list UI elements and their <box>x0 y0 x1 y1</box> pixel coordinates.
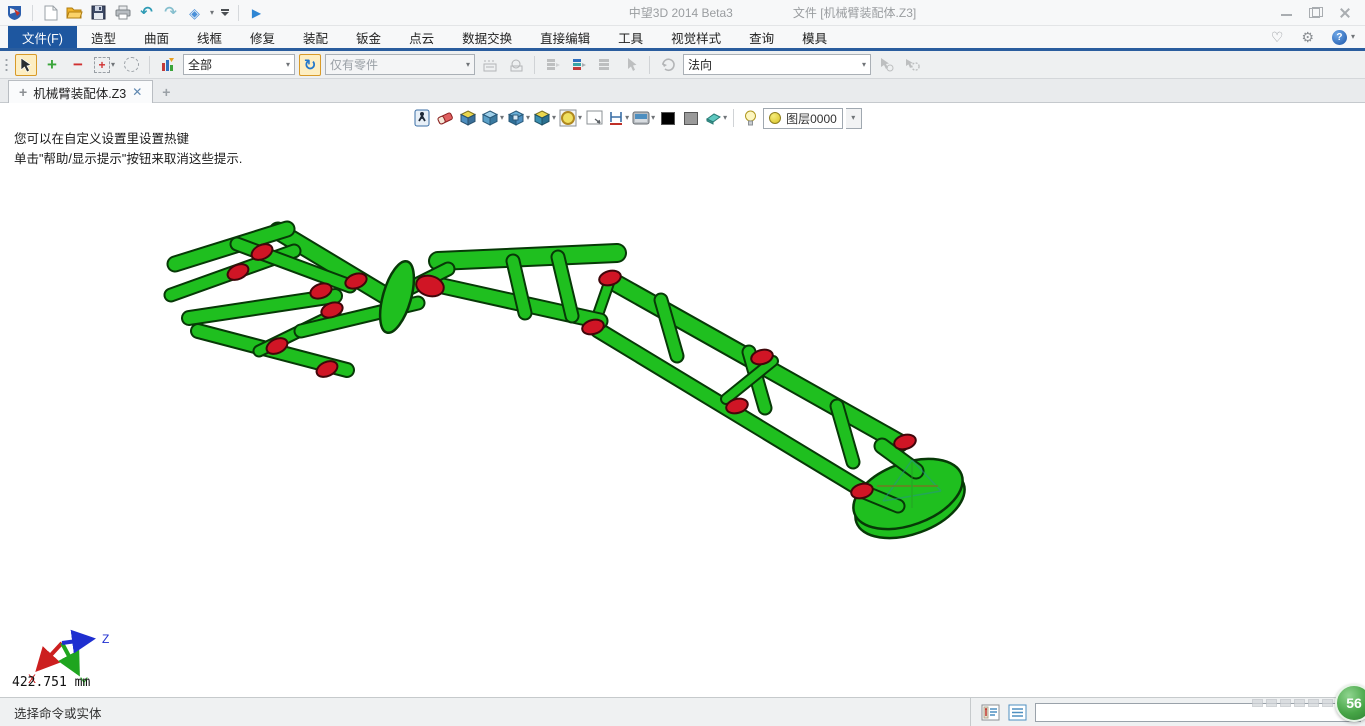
new-tab-button[interactable]: + <box>153 82 179 102</box>
remove-selection-button[interactable]: − <box>67 54 89 76</box>
filter-dropdown[interactable]: 全部 ▾ <box>183 54 295 75</box>
tab-tools[interactable]: 工具 <box>604 26 657 48</box>
lasso-button[interactable] <box>120 54 142 76</box>
3d-model-assembly[interactable] <box>0 103 1365 697</box>
expand-icon[interactable]: + <box>19 84 27 100</box>
ribbon-tab-row: 文件(F) 造型 曲面 线框 修复 装配 钣金 点云 数据交换 直接编辑 工具 … <box>0 26 1365 48</box>
list-stack-icon <box>542 54 564 76</box>
tab-data-exchange[interactable]: 数据交换 <box>448 26 526 48</box>
divider <box>238 5 239 21</box>
close-tab-icon[interactable]: ✕ <box>132 85 142 99</box>
print-icon[interactable] <box>114 4 131 21</box>
pick-from-list-icon <box>875 54 897 76</box>
document-tab-active[interactable]: + 机械臂装配体.Z3 ✕ <box>8 80 153 103</box>
direction-dropdown[interactable]: 法向 ▾ <box>683 54 871 75</box>
divider <box>534 56 535 74</box>
help-icon[interactable]: ? <box>1332 30 1347 45</box>
svg-text:Z: Z <box>102 632 109 646</box>
tab-point-cloud[interactable]: 点云 <box>395 26 448 48</box>
divider <box>649 56 650 74</box>
pick-last-icon <box>620 54 642 76</box>
undo-icon[interactable]: ↶ <box>138 4 155 21</box>
toolbar-grip-handle[interactable] <box>4 56 9 74</box>
tab-visual-style[interactable]: 视觉样式 <box>657 26 735 48</box>
tab-mold[interactable]: 模具 <box>788 26 841 48</box>
start-icon[interactable]: ▶ <box>248 4 265 21</box>
new-file-icon[interactable] <box>42 4 59 21</box>
chevron-down-icon[interactable]: ▾ <box>862 61 866 69</box>
tab-wireframe[interactable]: 线框 <box>183 26 236 48</box>
list-stack-gray-icon <box>594 54 616 76</box>
document-tab-bar: + 机械臂装配体.Z3 ✕ + <box>0 79 1365 103</box>
tab-file[interactable]: 文件(F) <box>8 26 77 48</box>
tab-shape[interactable]: 造型 <box>77 26 130 48</box>
zw3d-logo-icon <box>6 4 23 21</box>
status-bar: 选择命令或实体 <box>0 697 1365 726</box>
add-selection-button[interactable]: + <box>41 54 63 76</box>
restore-icon[interactable] <box>1309 7 1322 18</box>
settings-icon[interactable]: ⚙ <box>1301 29 1314 46</box>
scope-dropdown[interactable]: 仅有零件 ▾ <box>325 54 475 75</box>
redo-icon[interactable]: ↷ <box>162 4 179 21</box>
pick-settings-icon <box>901 54 923 76</box>
ribbon-right-icons: ♡ ⚙ ? ▾ <box>1271 26 1365 48</box>
status-right-cluster <box>970 698 1361 726</box>
view-orientation-caret-icon[interactable]: ▾ <box>210 9 214 17</box>
list-stack-colored-icon[interactable] <box>568 54 590 76</box>
command-list-icon[interactable] <box>1008 704 1027 721</box>
annotation-icon[interactable] <box>981 704 1000 721</box>
document-title: 文件 [机械臂装配体.Z3] <box>793 4 916 21</box>
help-control[interactable]: ? ▾ <box>1332 30 1355 45</box>
window-controls <box>1280 7 1359 18</box>
window-titles: 中望3D 2014 Beta3 文件 [机械臂装配体.Z3] <box>265 4 1280 21</box>
divider <box>149 56 150 74</box>
filter-icon[interactable] <box>157 54 179 76</box>
reverse-direction-icon <box>657 54 679 76</box>
status-message: 选择命令或实体 <box>0 703 102 722</box>
measure-distance-icon <box>479 54 501 76</box>
customize-toolbar-icon[interactable] <box>221 9 229 16</box>
favorite-icon[interactable]: ♡ <box>1271 29 1284 46</box>
sync-scope-button[interactable]: ↻ <box>299 54 321 76</box>
view-orientation-icon[interactable]: ◈ <box>186 4 203 21</box>
divider <box>32 5 33 21</box>
tab-assembly[interactable]: 装配 <box>289 26 342 48</box>
document-tab-label: 机械臂装配体.Z3 <box>33 83 126 102</box>
graphics-canvas[interactable]: 您可以在自定义设置里设置热键 单击"帮助/显示提示"按钮来取消这些提示. ▾ ▾ <box>0 103 1365 697</box>
chevron-down-icon[interactable]: ▾ <box>466 61 470 69</box>
selection-toolbar: + − +▾ 全部 ▾ ↻ 仅有零件 ▾ <box>0 51 1365 79</box>
scale-readout: 422.751 mm <box>12 675 90 690</box>
app-title: 中望3D 2014 Beta3 <box>629 4 733 21</box>
title-bar: ↶ ↷ ◈ ▾ ▶ 中望3D 2014 Beta3 文件 [机械臂装配体.Z3] <box>0 0 1365 26</box>
save-icon[interactable] <box>90 4 107 21</box>
close-icon[interactable] <box>1338 7 1351 18</box>
tab-repair[interactable]: 修复 <box>236 26 289 48</box>
zw3d-window: ↶ ↷ ◈ ▾ ▶ 中望3D 2014 Beta3 文件 [机械臂装配体.Z3]… <box>0 0 1365 726</box>
measure-angle-icon <box>505 54 527 76</box>
chevron-down-icon[interactable]: ▾ <box>286 61 290 69</box>
quick-access-toolbar: ↶ ↷ ◈ ▾ ▶ <box>6 4 265 21</box>
pick-cursor-button[interactable] <box>15 54 37 76</box>
tab-direct-edit[interactable]: 直接编辑 <box>526 26 604 48</box>
ribbon-tabs: 文件(F) 造型 曲面 线框 修复 装配 钣金 点云 数据交换 直接编辑 工具 … <box>0 26 841 48</box>
tab-inquire[interactable]: 查询 <box>735 26 788 48</box>
help-caret-icon[interactable]: ▾ <box>1351 33 1355 41</box>
command-input[interactable] <box>1035 703 1361 722</box>
open-file-icon[interactable] <box>66 4 83 21</box>
tab-sheet-metal[interactable]: 钣金 <box>342 26 395 48</box>
minimize-icon[interactable] <box>1280 7 1293 18</box>
tab-surface[interactable]: 曲面 <box>130 26 183 48</box>
pick-box-button[interactable]: +▾ <box>93 54 116 76</box>
